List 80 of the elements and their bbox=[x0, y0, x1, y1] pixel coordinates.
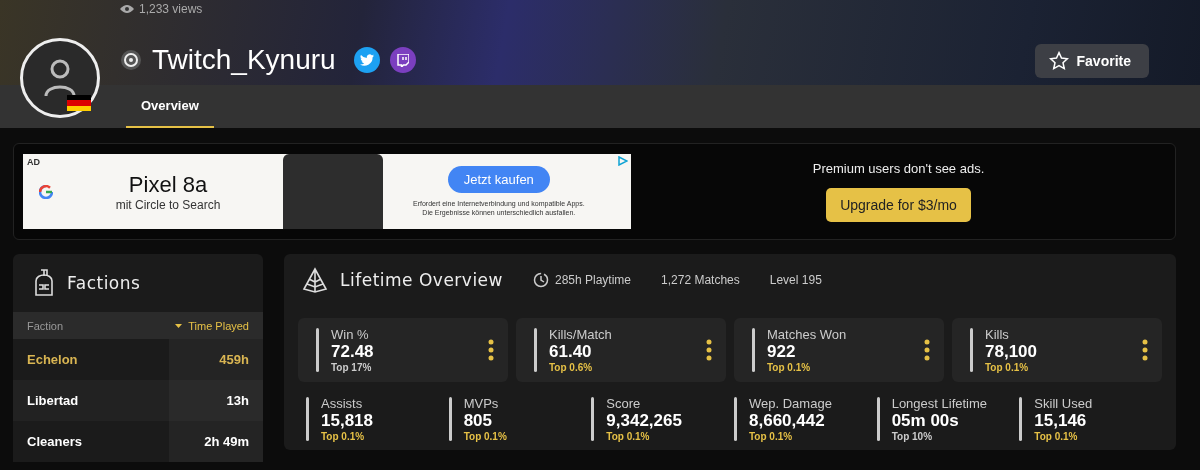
playtime-text: 285h Playtime bbox=[555, 273, 632, 287]
faction-cell-text: Echelon bbox=[26, 351, 79, 369]
stat-bar bbox=[752, 328, 755, 372]
pyramid-icon bbox=[302, 267, 328, 293]
ad-headline: Pixel 8a bbox=[128, 171, 208, 198]
stat-rank: Top 0.1% bbox=[749, 431, 793, 442]
time-cell: 2h 49m bbox=[169, 421, 263, 462]
user-icon bbox=[43, 58, 77, 98]
views-count: 1,233 views bbox=[139, 2, 203, 16]
more-menu-icon[interactable] bbox=[924, 339, 930, 361]
twitch-icon[interactable] bbox=[389, 47, 416, 73]
stat-rank: Top 10% bbox=[891, 431, 933, 442]
stat-rank: Top 0.6% bbox=[549, 362, 593, 373]
stat-bar bbox=[734, 397, 737, 441]
eye-icon bbox=[120, 4, 134, 14]
ad-label: AD bbox=[27, 157, 40, 167]
stat-value: 72.48 bbox=[331, 342, 375, 362]
stat-label: Longest Lifetime bbox=[891, 396, 989, 411]
ad-choices-icon bbox=[618, 156, 628, 166]
stat-value: 05m 00s bbox=[891, 411, 960, 431]
overview-tab[interactable]: Overview bbox=[126, 85, 214, 128]
stat-value: 61.40 bbox=[549, 342, 593, 362]
stat-value: 15,146 bbox=[1034, 411, 1088, 431]
time-cell: 459h bbox=[169, 339, 263, 380]
stat-value: 922 bbox=[767, 342, 797, 362]
twitter-icon[interactable] bbox=[353, 47, 380, 73]
premium-note: Premium users don't see ads. bbox=[812, 161, 985, 176]
stat-bar bbox=[1019, 397, 1023, 441]
factions-title: Factions bbox=[67, 273, 141, 293]
stat-label: Assists bbox=[321, 396, 364, 411]
faction-cell-text: Libertad bbox=[26, 392, 80, 410]
stat-label: Wep. Damage bbox=[749, 396, 833, 411]
upgrade-button[interactable]: Upgrade for $3/mo bbox=[826, 188, 971, 222]
stat-label: Score bbox=[606, 396, 642, 411]
more-menu-icon[interactable] bbox=[488, 339, 494, 361]
stat-rank: Top 0.1% bbox=[1034, 431, 1078, 442]
stat-label: Skill Used bbox=[1034, 396, 1094, 411]
google-logo-icon bbox=[39, 184, 53, 199]
stat-rank: Top 17% bbox=[331, 362, 372, 373]
stat-bar bbox=[306, 397, 309, 441]
stat-value: 78,100 bbox=[985, 342, 1038, 362]
stat-bar bbox=[970, 328, 973, 372]
stat-rank: Top 0.1% bbox=[321, 431, 365, 442]
stat-label: Win % bbox=[331, 327, 370, 342]
stat-value: 15,818 bbox=[321, 411, 374, 431]
swirl-logo-icon bbox=[120, 49, 142, 71]
germany-flag-icon bbox=[67, 95, 91, 111]
stat-rank: Top 0.1% bbox=[985, 362, 1029, 373]
stat-bar bbox=[534, 328, 537, 372]
stat-rank: Top 0.1% bbox=[463, 431, 507, 442]
column-header[interactable]: Time Played bbox=[175, 319, 249, 332]
sort-caret-icon bbox=[175, 323, 183, 328]
stat-bar bbox=[876, 397, 880, 441]
stat-bar bbox=[316, 328, 319, 372]
stat-label: Kills/Match bbox=[549, 327, 613, 342]
favorite-button[interactable]: Favorite bbox=[1034, 44, 1149, 78]
faction-cell-text: Cleaners bbox=[26, 433, 83, 451]
stat-bar bbox=[591, 397, 595, 441]
matches-text: 1,272 Matches bbox=[661, 273, 740, 287]
player-name: Twitch_Kynuru bbox=[152, 44, 336, 76]
column-header: Faction bbox=[27, 319, 64, 332]
buy-now-button[interactable]: Jetzt kaufen bbox=[447, 165, 550, 193]
column-header-label[interactable]: Time Played bbox=[188, 319, 249, 332]
ad-subline: mit Circle to Search bbox=[115, 197, 221, 212]
stat-label: Matches Won bbox=[767, 327, 848, 342]
star-icon bbox=[1048, 51, 1069, 71]
stat-value: 8,660,442 bbox=[749, 411, 826, 431]
level-text: Level 195 bbox=[769, 273, 822, 287]
clock-icon bbox=[533, 272, 549, 288]
stat-bar bbox=[448, 397, 452, 441]
stat-label: MVPs bbox=[463, 396, 500, 411]
overview-title: Lifetime Overview bbox=[340, 270, 503, 290]
stat-rank: Top 0.1% bbox=[606, 431, 650, 442]
stat-label: Kills bbox=[985, 327, 1010, 342]
more-menu-icon[interactable] bbox=[706, 339, 712, 361]
stat-value: 805 bbox=[463, 411, 494, 431]
stat-rank: Top 0.1% bbox=[767, 362, 811, 373]
time-cell: 13h bbox=[169, 380, 263, 421]
stat-value: 9,342,265 bbox=[606, 411, 683, 431]
more-menu-icon[interactable] bbox=[1142, 339, 1148, 361]
